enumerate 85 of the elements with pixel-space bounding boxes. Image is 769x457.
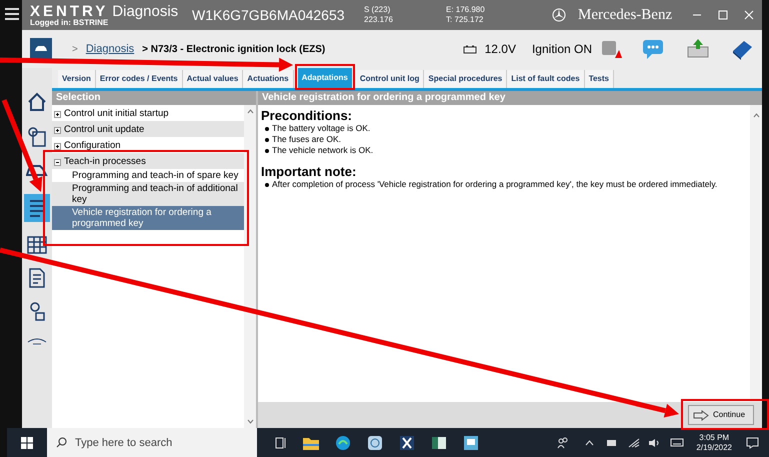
folder-icon[interactable] [303, 436, 319, 450]
user-label: Logged in: BSTRINE [30, 18, 110, 26]
model-label: S (223) [364, 5, 392, 15]
expand-icon[interactable] [54, 110, 61, 118]
chat-icon[interactable] [642, 38, 666, 60]
tab[interactable]: Actual values [182, 70, 244, 88]
person-lock-icon[interactable] [28, 302, 46, 322]
bullet-icon [265, 127, 269, 131]
bullet-text: After completion of process 'Vehicle registration for ordering a programmed key', the key must be ordered immediately. [272, 179, 718, 190]
arrow-right-icon [693, 410, 709, 420]
taskbar-search-field[interactable]: Type here to search [47, 428, 257, 457]
section-heading: Preconditions: [261, 108, 354, 123]
bullet-text: The battery voltage is OK. [272, 123, 370, 134]
star-logo-icon [552, 8, 566, 22]
vehicle-button[interactable] [30, 38, 52, 60]
expand-icon[interactable] [54, 142, 61, 150]
speaker-icon[interactable] [648, 438, 660, 448]
diagnosis-link[interactable]: Diagnosis [86, 40, 134, 58]
car-icon [34, 45, 48, 53]
tree-item[interactable]: Vehicle registration for ordering a programmed key [52, 206, 244, 230]
menu-icon[interactable] [5, 8, 19, 20]
scrollbar[interactable] [750, 105, 762, 402]
app-name: XENTRY [30, 4, 108, 18]
tab[interactable]: Version [58, 70, 96, 88]
tab[interactable]: Control unit log [356, 70, 424, 88]
document-wrench-icon[interactable] [28, 268, 46, 288]
tab[interactable]: Actuations [243, 70, 294, 88]
tree-item[interactable]: Programming and teach-in of additional key [52, 182, 244, 206]
windows-icon[interactable] [21, 436, 33, 448]
notification-icon[interactable] [746, 436, 759, 448]
brand-label: Mercedes-Benz [578, 6, 672, 25]
collapse-icon[interactable] [54, 158, 61, 166]
battery-icon [462, 44, 477, 54]
voltage-label: 12.0V [484, 41, 516, 58]
list-icon[interactable] [24, 194, 50, 222]
close-icon[interactable] [744, 10, 754, 20]
section-heading: Important note: [261, 164, 358, 179]
clock-time: 3:05 PM [699, 432, 730, 442]
app-icon[interactable] [367, 434, 383, 450]
breadcrumb-current: > N73/3 - Electronic ignition lock (EZS) [142, 42, 326, 56]
maximize-icon[interactable] [718, 10, 728, 20]
tree-item[interactable]: Control unit update [52, 121, 244, 137]
bullet-icon [265, 183, 269, 187]
tab[interactable]: Error codes / Events [96, 70, 183, 88]
people-icon[interactable] [557, 436, 570, 448]
details-header: Vehicle registration for ordering a programmed key [258, 91, 762, 105]
selection-header: Selection [52, 91, 256, 105]
chevron-up-icon[interactable] [585, 440, 594, 446]
arc-icon[interactable] [27, 336, 47, 346]
scrollbar[interactable] [244, 105, 256, 428]
window-app-icon[interactable] [431, 434, 447, 450]
grid-icon[interactable] [27, 236, 47, 254]
vin-label: W1K6G7GB6MA042653 [192, 6, 346, 24]
bullet-icon [265, 138, 269, 142]
breadcrumb-separator: > [72, 42, 78, 56]
ignition-label: Ignition ON [532, 41, 592, 58]
expand-icon[interactable] [54, 126, 61, 134]
tree-item[interactable]: Teach-in processes [52, 153, 244, 169]
home-icon[interactable] [27, 92, 47, 112]
wifi-icon[interactable] [628, 438, 640, 448]
clock-date: 2/19/2022 [696, 442, 732, 452]
bullet-text: The fuses are OK. [272, 134, 341, 145]
tab[interactable]: Tests [584, 70, 614, 88]
bullet-text: The vehicle network is OK. [272, 145, 374, 156]
keyboard-icon[interactable] [670, 438, 684, 447]
scroll-down-icon[interactable] [246, 419, 254, 424]
continue-button[interactable]: Continue [688, 405, 754, 425]
highlight-frame [295, 64, 355, 90]
browser-icon[interactable] [335, 434, 351, 450]
screen-app-icon[interactable] [463, 434, 479, 450]
app-name-suffix: Diagnosis [112, 4, 178, 18]
model-number: 223.176 [364, 15, 394, 25]
tab[interactable]: Special procedures [424, 70, 508, 88]
scroll-up-icon[interactable] [752, 113, 760, 118]
document-user-icon[interactable] [27, 126, 47, 148]
xentry-app-icon[interactable] [399, 434, 415, 450]
tab[interactable]: List of fault codes [507, 70, 585, 88]
task-view-icon[interactable] [275, 436, 287, 448]
control-unit-warning-icon [600, 38, 622, 60]
e-value: E: 176.980 [446, 5, 486, 15]
search-icon [56, 437, 67, 448]
bullet-icon [265, 149, 269, 153]
scroll-up-icon[interactable] [246, 109, 254, 114]
t-value: T: 725.172 [446, 15, 484, 25]
battery-icon[interactable] [606, 438, 618, 446]
